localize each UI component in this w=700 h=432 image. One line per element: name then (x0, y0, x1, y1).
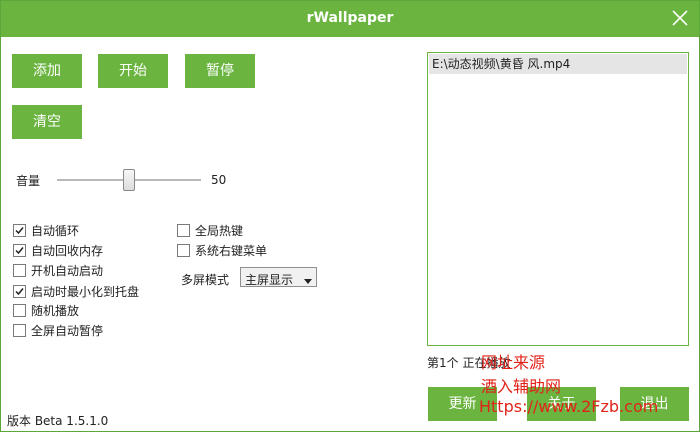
watermark-line-2: 酒入辅助网 (481, 377, 562, 396)
volume-label: 音量 (16, 174, 41, 188)
close-icon[interactable] (671, 9, 689, 27)
chevron-down-icon (304, 274, 312, 288)
checkbox-fullscreen-pause[interactable] (13, 323, 26, 337)
pause-button[interactable]: 暂停 (185, 54, 255, 88)
option-label: 全屏自动暂停 (31, 323, 104, 338)
check-icon (15, 226, 24, 234)
version-text: 版本 Beta 1.5.1.0 (7, 414, 109, 428)
list-item[interactable]: E:\动态视频\黄昏 风.mp4 (429, 54, 687, 74)
volume-value: 50 (211, 173, 227, 187)
option-label: 全局热键 (195, 223, 244, 238)
option-label: 随机播放 (31, 303, 80, 318)
option-auto-memory-recycle[interactable]: 自动回收内存 (13, 242, 103, 258)
checkbox-auto-memory-recycle[interactable] (13, 243, 26, 257)
check-icon (15, 287, 24, 295)
checkbox-random-play[interactable] (13, 303, 26, 317)
volume-slider-thumb[interactable] (123, 169, 135, 191)
option-random-play[interactable]: 随机播放 (13, 302, 79, 318)
watermark-line-3: Https://www.2Fzb.com (479, 397, 659, 416)
checkbox-autostart[interactable] (13, 263, 26, 277)
playlist[interactable]: E:\动态视频\黄昏 风.mp4 (427, 52, 689, 346)
option-label: 系统右键菜单 (195, 243, 268, 258)
option-label: 自动循环 (31, 223, 80, 238)
watermark-line-1: 网址来源 (481, 353, 546, 372)
checkbox-context-menu[interactable] (177, 243, 190, 257)
checkbox-global-hotkey[interactable] (177, 223, 190, 237)
add-button[interactable]: 添加 (12, 54, 82, 88)
option-label: 自动回收内存 (31, 243, 104, 258)
option-minimize-to-tray[interactable]: 启动时最小化到托盘 (13, 283, 139, 299)
multiscreen-select[interactable]: 主屏显示 (240, 267, 317, 287)
window-title: rWallpaper (306, 10, 394, 26)
option-global-hotkey[interactable]: 全局热键 (177, 222, 243, 238)
multiscreen-selected: 主屏显示 (245, 273, 294, 287)
check-icon (15, 246, 24, 254)
checkbox-minimize-to-tray[interactable] (13, 284, 26, 298)
app-window: rWallpaper 添加 开始 暂停 清空 音量 50 自动循环 自动回收内存… (0, 0, 700, 432)
title-bar[interactable]: rWallpaper (1, 1, 699, 37)
multiscreen-label: 多屏模式 (181, 273, 230, 287)
option-auto-loop[interactable]: 自动循环 (13, 222, 79, 238)
option-label: 开机自动启动 (31, 263, 104, 278)
option-label: 启动时最小化到托盘 (31, 284, 140, 299)
option-autostart[interactable]: 开机自动启动 (13, 262, 103, 278)
checkbox-auto-loop[interactable] (13, 223, 26, 237)
clear-button[interactable]: 清空 (12, 105, 82, 139)
option-context-menu[interactable]: 系统右键菜单 (177, 242, 267, 258)
option-fullscreen-pause[interactable]: 全屏自动暂停 (13, 322, 103, 338)
start-button[interactable]: 开始 (98, 54, 168, 88)
